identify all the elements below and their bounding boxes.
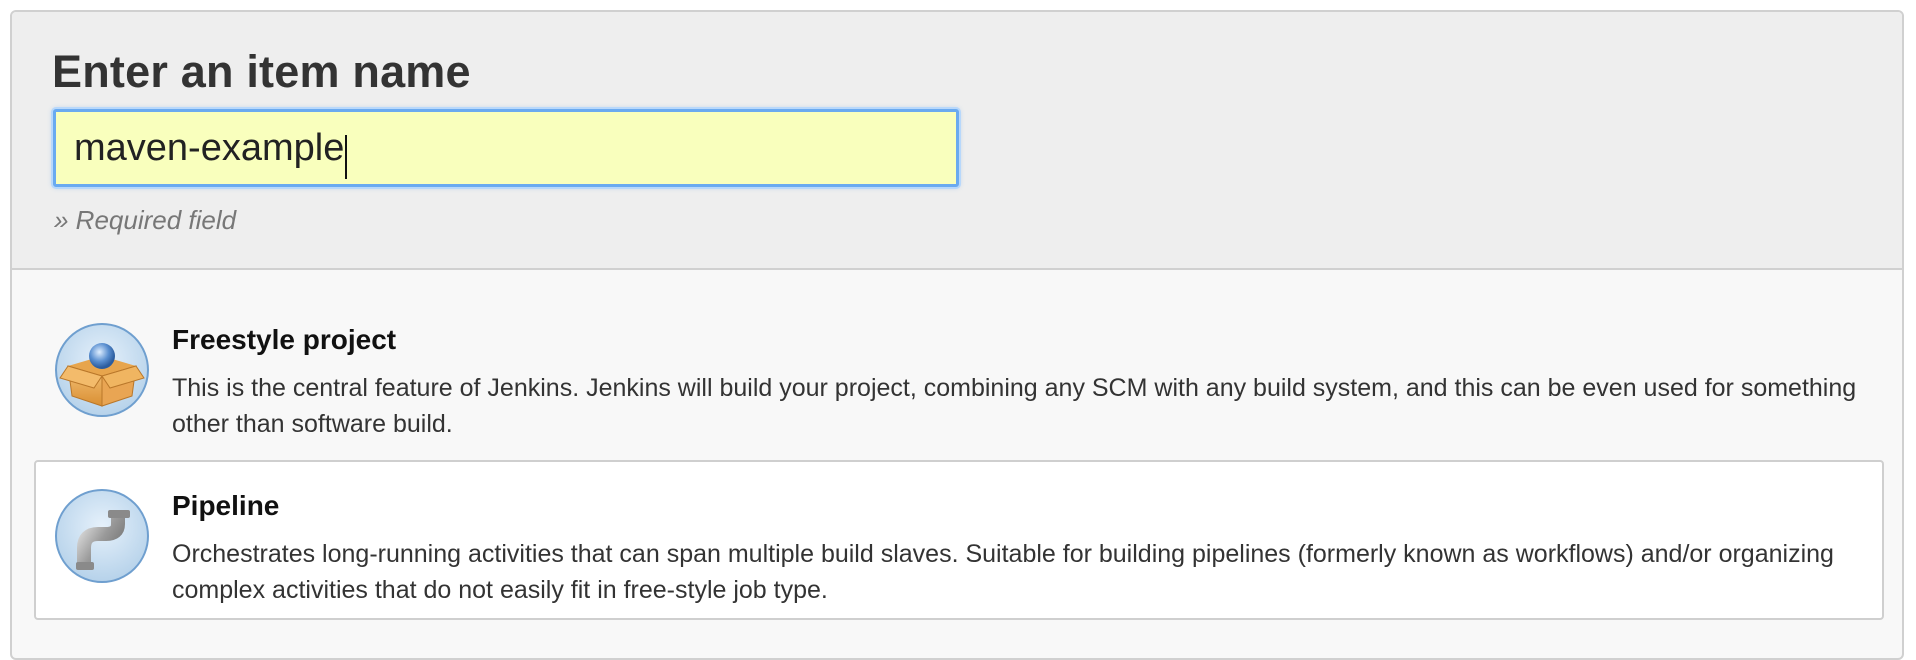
item-type-name: Pipeline bbox=[172, 490, 280, 521]
item-type-freestyle[interactable]: Freestyle project This is the central fe… bbox=[34, 294, 1884, 454]
freestyle-box-icon bbox=[55, 323, 149, 417]
required-field-note: » Required field bbox=[54, 205, 237, 235]
item-type-pipeline[interactable]: Pipeline Orchestrates long-running activ… bbox=[34, 460, 1884, 620]
item-name-input[interactable] bbox=[53, 109, 959, 187]
item-type-description: This is the central feature of Jenkins. … bbox=[172, 374, 1857, 438]
text-cursor bbox=[345, 135, 348, 179]
pipeline-icon bbox=[55, 489, 149, 583]
item-type-name: Freestyle project bbox=[172, 324, 397, 355]
item-name-section: Enter an item name » Required field bbox=[12, 12, 1902, 270]
page-title: Enter an item name bbox=[52, 46, 471, 97]
new-item-panel: Enter an item name » Required field bbox=[10, 10, 1904, 660]
item-type-description: Orchestrates long-running activities tha… bbox=[172, 540, 1834, 604]
